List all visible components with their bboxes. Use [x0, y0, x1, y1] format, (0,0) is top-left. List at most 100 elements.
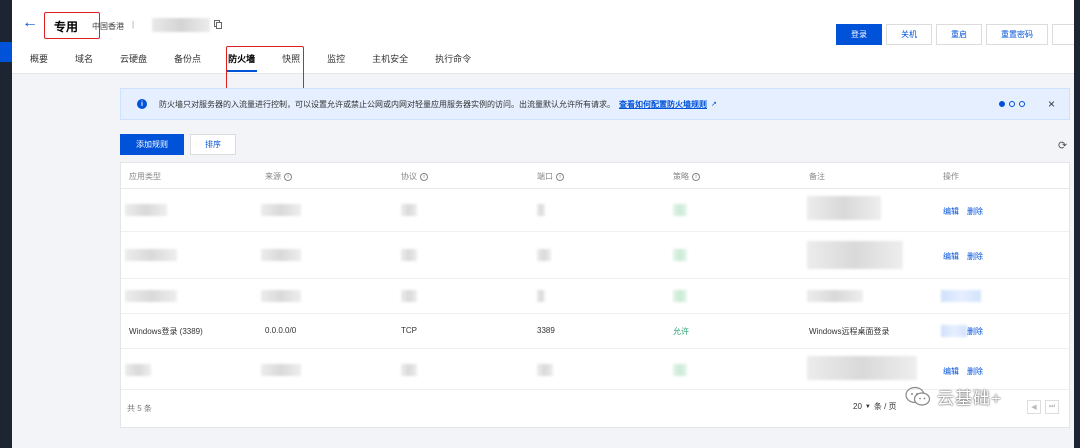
restart-button[interactable]: 重启 [936, 24, 982, 45]
th-source: 来源 i [265, 171, 292, 182]
cell-app-type: Windows登录 (3389) [129, 327, 203, 336]
redacted-cell [261, 290, 301, 302]
help-icon[interactable]: i [692, 172, 700, 181]
instance-action-buttons: 登录 关机 重启 重置密码 [836, 24, 1074, 45]
wechat-logo-icon [905, 386, 931, 406]
redacted-cell [673, 364, 687, 376]
redacted-cell [537, 364, 553, 376]
redacted-cell [125, 364, 151, 376]
help-icon[interactable]: i [420, 172, 428, 181]
table-row: Windows登录 (3389) 0.0.0.0/0 TCP 3389 允许 W… [121, 315, 1069, 349]
cell-port: 3389 [537, 326, 555, 335]
edit-link[interactable]: 编辑 [943, 366, 959, 377]
delete-link[interactable]: 删除 [967, 206, 983, 217]
notice-text: 防火墙只对服务器的入流量进行控制，可以设置允许或禁止公网或内网对轻量应用服务器实… [159, 99, 615, 109]
table-row: 编辑 删除 [121, 190, 1069, 232]
page-size-suffix: 条 / 页 [873, 402, 897, 411]
login-button[interactable]: 登录 [836, 24, 882, 45]
page-size-value: 20 [853, 402, 862, 411]
tab-run-command[interactable]: 执行命令 [435, 52, 471, 71]
tab-monitor[interactable]: 监控 [327, 52, 345, 71]
redacted-cell [261, 204, 301, 216]
redacted-cell [807, 356, 917, 380]
th-app-type: 应用类型 [129, 172, 161, 181]
tab-domain[interactable]: 域名 [75, 52, 93, 71]
edit-link[interactable]: 编辑 [943, 251, 959, 262]
watermark: 云基础+ [905, 384, 1002, 409]
redacted-cell [941, 290, 981, 302]
help-icon[interactable]: i [284, 172, 292, 181]
left-nav-bar [0, 0, 12, 448]
last-page-icon[interactable]: ⏭ [1045, 400, 1059, 414]
notice-help-link[interactable]: 查看如何配置防火墙规则 [619, 99, 707, 110]
delete-link[interactable]: 删除 [967, 366, 983, 377]
th-remark: 备注 [809, 172, 825, 181]
prev-page-icon[interactable]: ◀ [1027, 400, 1041, 414]
header-separator: | [132, 20, 135, 29]
firewall-notice: i 防火墙只对服务器的入流量进行控制，可以设置允许或禁止公网或内网对轻量应用服务… [120, 88, 1070, 120]
redacted-cell [537, 290, 545, 302]
edit-link[interactable]: 编辑 [943, 206, 959, 217]
tab-host-security[interactable]: 主机安全 [372, 52, 408, 71]
close-icon[interactable]: × [1048, 97, 1055, 111]
redacted-cell [261, 249, 301, 261]
cell-remark: Windows远程桌面登录 [809, 327, 890, 336]
redacted-cell [401, 290, 417, 302]
notice-dot-3[interactable] [1019, 101, 1025, 107]
redacted-cell [261, 364, 301, 376]
redacted-cell [401, 204, 417, 216]
left-nav-active-indicator [0, 42, 12, 62]
redacted-cell [807, 241, 903, 269]
redacted-cell [673, 249, 687, 261]
redacted-cell [537, 204, 545, 216]
back-arrow-icon[interactable]: ← [22, 14, 38, 32]
redacted-cell [125, 204, 167, 216]
redacted-cell [537, 249, 551, 261]
watermark-text: 云基础+ [937, 389, 1002, 408]
notice-pager [999, 101, 1025, 107]
cell-protocol: TCP [401, 326, 417, 335]
redacted-cell [401, 249, 417, 261]
tab-cloud-disk[interactable]: 云硬盘 [120, 52, 147, 71]
redacted-cell [807, 290, 863, 302]
highlight-title [44, 12, 100, 39]
reset-password-button[interactable]: 重置密码 [986, 24, 1048, 45]
th-policy: 策略 i [673, 171, 700, 182]
table-row: 编辑 删除 [121, 233, 1069, 279]
redacted-cell [401, 364, 417, 376]
th-port: 端口 i [537, 171, 564, 182]
instance-header: ← 专用 中国香港 | 登录 关机 重启 重置密码 概要 域名 云硬盘 备份点 … [12, 0, 1074, 74]
redacted-cell [941, 325, 967, 337]
th-protocol: 协议 i [401, 171, 428, 182]
sort-button[interactable]: 排序 [190, 134, 236, 155]
delete-link[interactable]: 删除 [967, 251, 983, 262]
tab-overview[interactable]: 概要 [30, 52, 48, 71]
redacted-cell [125, 249, 177, 261]
refresh-icon[interactable]: ⟳ [1058, 139, 1067, 152]
add-rule-button[interactable]: 添加规则 [120, 134, 184, 155]
help-icon[interactable]: i [556, 172, 564, 181]
redacted-cell [125, 290, 177, 302]
notice-dot-2[interactable] [1009, 101, 1015, 107]
cell-policy: 允许 [673, 327, 689, 336]
instance-id-redacted [152, 18, 210, 32]
info-icon: i [137, 99, 147, 109]
th-actions: 操作 [943, 172, 959, 181]
table-row [121, 280, 1069, 314]
delete-link[interactable]: 删除 [967, 326, 983, 337]
pagination: ◀ ⏭ [1027, 400, 1059, 414]
redacted-cell [807, 196, 881, 220]
notice-dot-1[interactable] [999, 101, 1005, 107]
chevron-down-icon: ▼ [864, 403, 871, 410]
redacted-cell [673, 290, 687, 302]
shutdown-button[interactable]: 关机 [886, 24, 932, 45]
page-size-select[interactable]: 20 ▼ 条 / 页 [853, 401, 897, 412]
cell-source: 0.0.0.0/0 [265, 326, 297, 335]
right-edge-bar [1074, 0, 1080, 448]
more-button-truncated[interactable] [1052, 24, 1074, 45]
tab-backup[interactable]: 备份点 [174, 52, 201, 71]
external-link-icon[interactable]: ↗ [711, 100, 717, 108]
redacted-cell [673, 204, 687, 216]
table-header: 应用类型 来源 i 协议 i 端口 i 策略 i 备注 操作 [121, 163, 1069, 189]
copy-icon[interactable] [214, 20, 222, 29]
